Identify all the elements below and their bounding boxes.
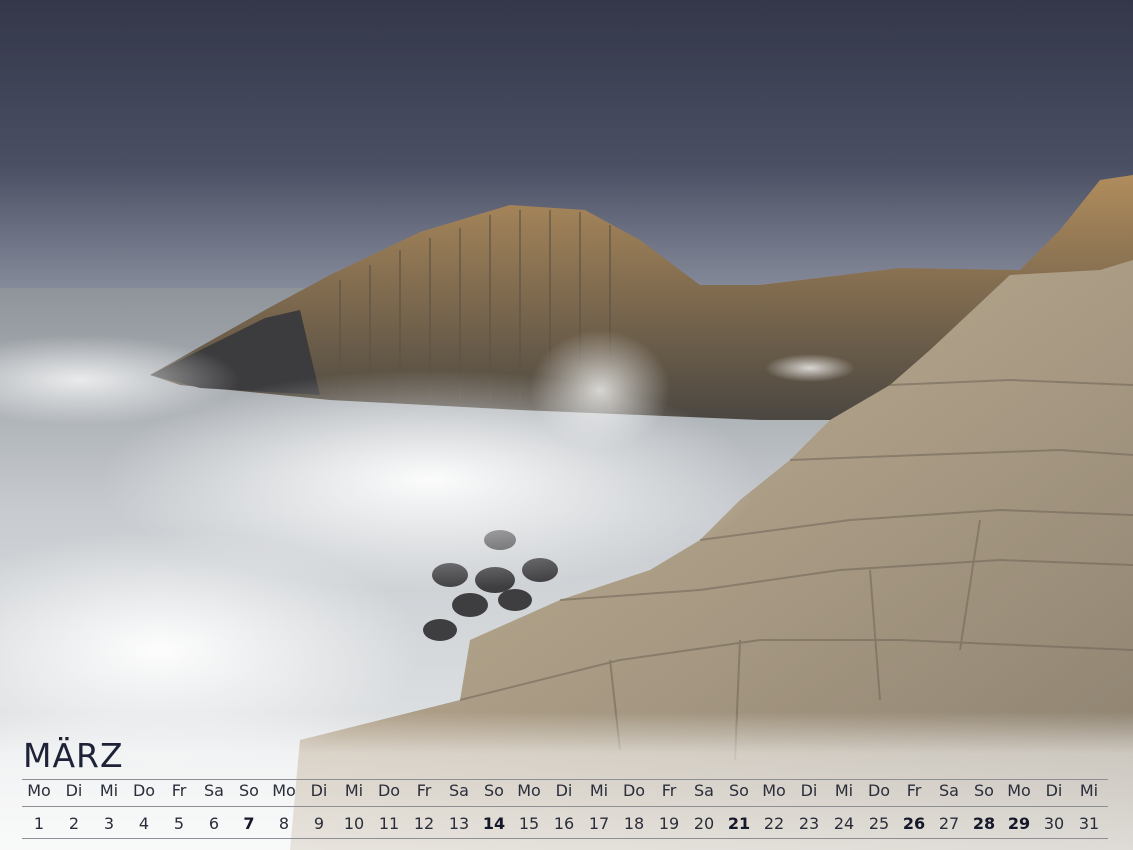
date-number: 15 (518, 814, 540, 833)
date-number: 28 (972, 814, 996, 833)
weekday-label: Fr (416, 781, 432, 800)
date-number: 9 (313, 814, 325, 833)
date-number: 14 (482, 814, 506, 833)
weekday-label: Sa (204, 781, 224, 800)
weekday-label: Do (377, 781, 401, 800)
divider-top (22, 779, 1108, 780)
weekday-label: So (729, 781, 749, 800)
weekday-label: Mo (272, 781, 296, 800)
date-number: 25 (868, 814, 890, 833)
date-number: 26 (902, 814, 926, 833)
date-number: 22 (763, 814, 785, 833)
weekday-label: Mi (834, 781, 854, 800)
date-number: 10 (343, 814, 365, 833)
weekday-label: Mi (99, 781, 119, 800)
weekday-label: Mo (1007, 781, 1031, 800)
weekday-label: Fr (171, 781, 187, 800)
date-number: 5 (173, 814, 185, 833)
weekday-label: Fr (661, 781, 677, 800)
date-number: 29 (1007, 814, 1031, 833)
date-number: 12 (413, 814, 435, 833)
date-number: 17 (588, 814, 610, 833)
weekday-label: Di (800, 781, 818, 800)
date-number: 1 (33, 814, 45, 833)
weekday-label: Do (622, 781, 646, 800)
date-number: 16 (553, 814, 575, 833)
date-number: 18 (623, 814, 645, 833)
weekday-label: Fr (906, 781, 922, 800)
weekday-label: So (239, 781, 259, 800)
date-row: 1 2 3 4 5 6 7 8 9 10 11 12 13 14 15 16 17 18 19 20 21 22 23 24 2… (22, 814, 1108, 840)
weekday-label: Di (65, 781, 83, 800)
month-title: MÄRZ (23, 736, 124, 775)
weekday-label: Sa (694, 781, 714, 800)
date-number: 7 (243, 814, 255, 833)
weekday-label: Di (555, 781, 573, 800)
date-number: 11 (378, 814, 400, 833)
divider-bottom (22, 838, 1108, 839)
weekday-label: Do (867, 781, 891, 800)
weekday-label: Sa (939, 781, 959, 800)
weekday-label: Mi (1079, 781, 1099, 800)
weekday-label: Di (1045, 781, 1063, 800)
date-number: 24 (833, 814, 855, 833)
date-number: 2 (68, 814, 80, 833)
weekday-label: Sa (449, 781, 469, 800)
date-number: 13 (448, 814, 470, 833)
date-number: 4 (138, 814, 150, 833)
date-number: 20 (693, 814, 715, 833)
date-number: 23 (798, 814, 820, 833)
date-number: 30 (1043, 814, 1065, 833)
date-number: 8 (278, 814, 290, 833)
weekday-label: So (484, 781, 504, 800)
date-number: 19 (658, 814, 680, 833)
divider-middle (22, 806, 1108, 807)
weekday-row: Mo Di Mi Do Fr Sa So Mo Di Mi Do Fr Sa So Mo Di Mi Do Fr Sa… (22, 781, 1108, 807)
weekday-label: So (974, 781, 994, 800)
date-number: 21 (727, 814, 751, 833)
weekday-label: Mo (27, 781, 51, 800)
date-number: 6 (208, 814, 220, 833)
weekday-label: Mo (762, 781, 786, 800)
weekday-label: Mi (344, 781, 364, 800)
weekday-label: Do (132, 781, 156, 800)
weekday-label: Mi (589, 781, 609, 800)
date-number: 31 (1078, 814, 1100, 833)
date-number: 27 (938, 814, 960, 833)
weekday-label: Mo (517, 781, 541, 800)
weekday-label: Di (310, 781, 328, 800)
date-number: 3 (103, 814, 115, 833)
